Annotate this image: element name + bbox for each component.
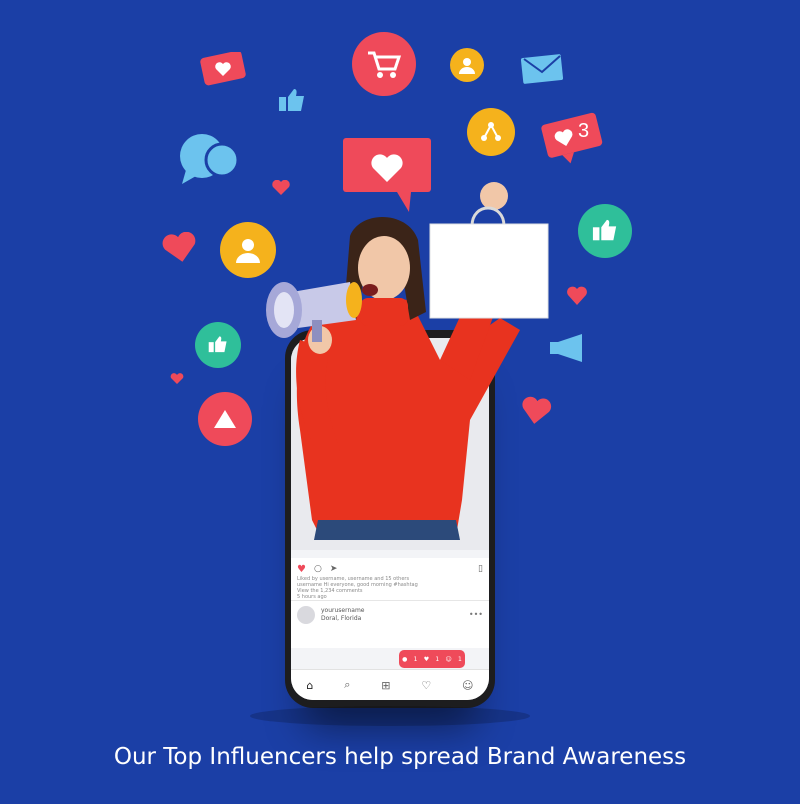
- illustration: 3 ♥ ○ ➤ ▯ Liked by username, username an…: [0, 0, 800, 800]
- shopping-bag-icon: [428, 196, 550, 320]
- caption-text: Our Top Influencers help spread Brand Aw…: [113, 744, 687, 770]
- influencer-figure: [0, 0, 800, 800]
- megaphone-icon: [262, 276, 372, 346]
- phone-shadow: [250, 706, 530, 726]
